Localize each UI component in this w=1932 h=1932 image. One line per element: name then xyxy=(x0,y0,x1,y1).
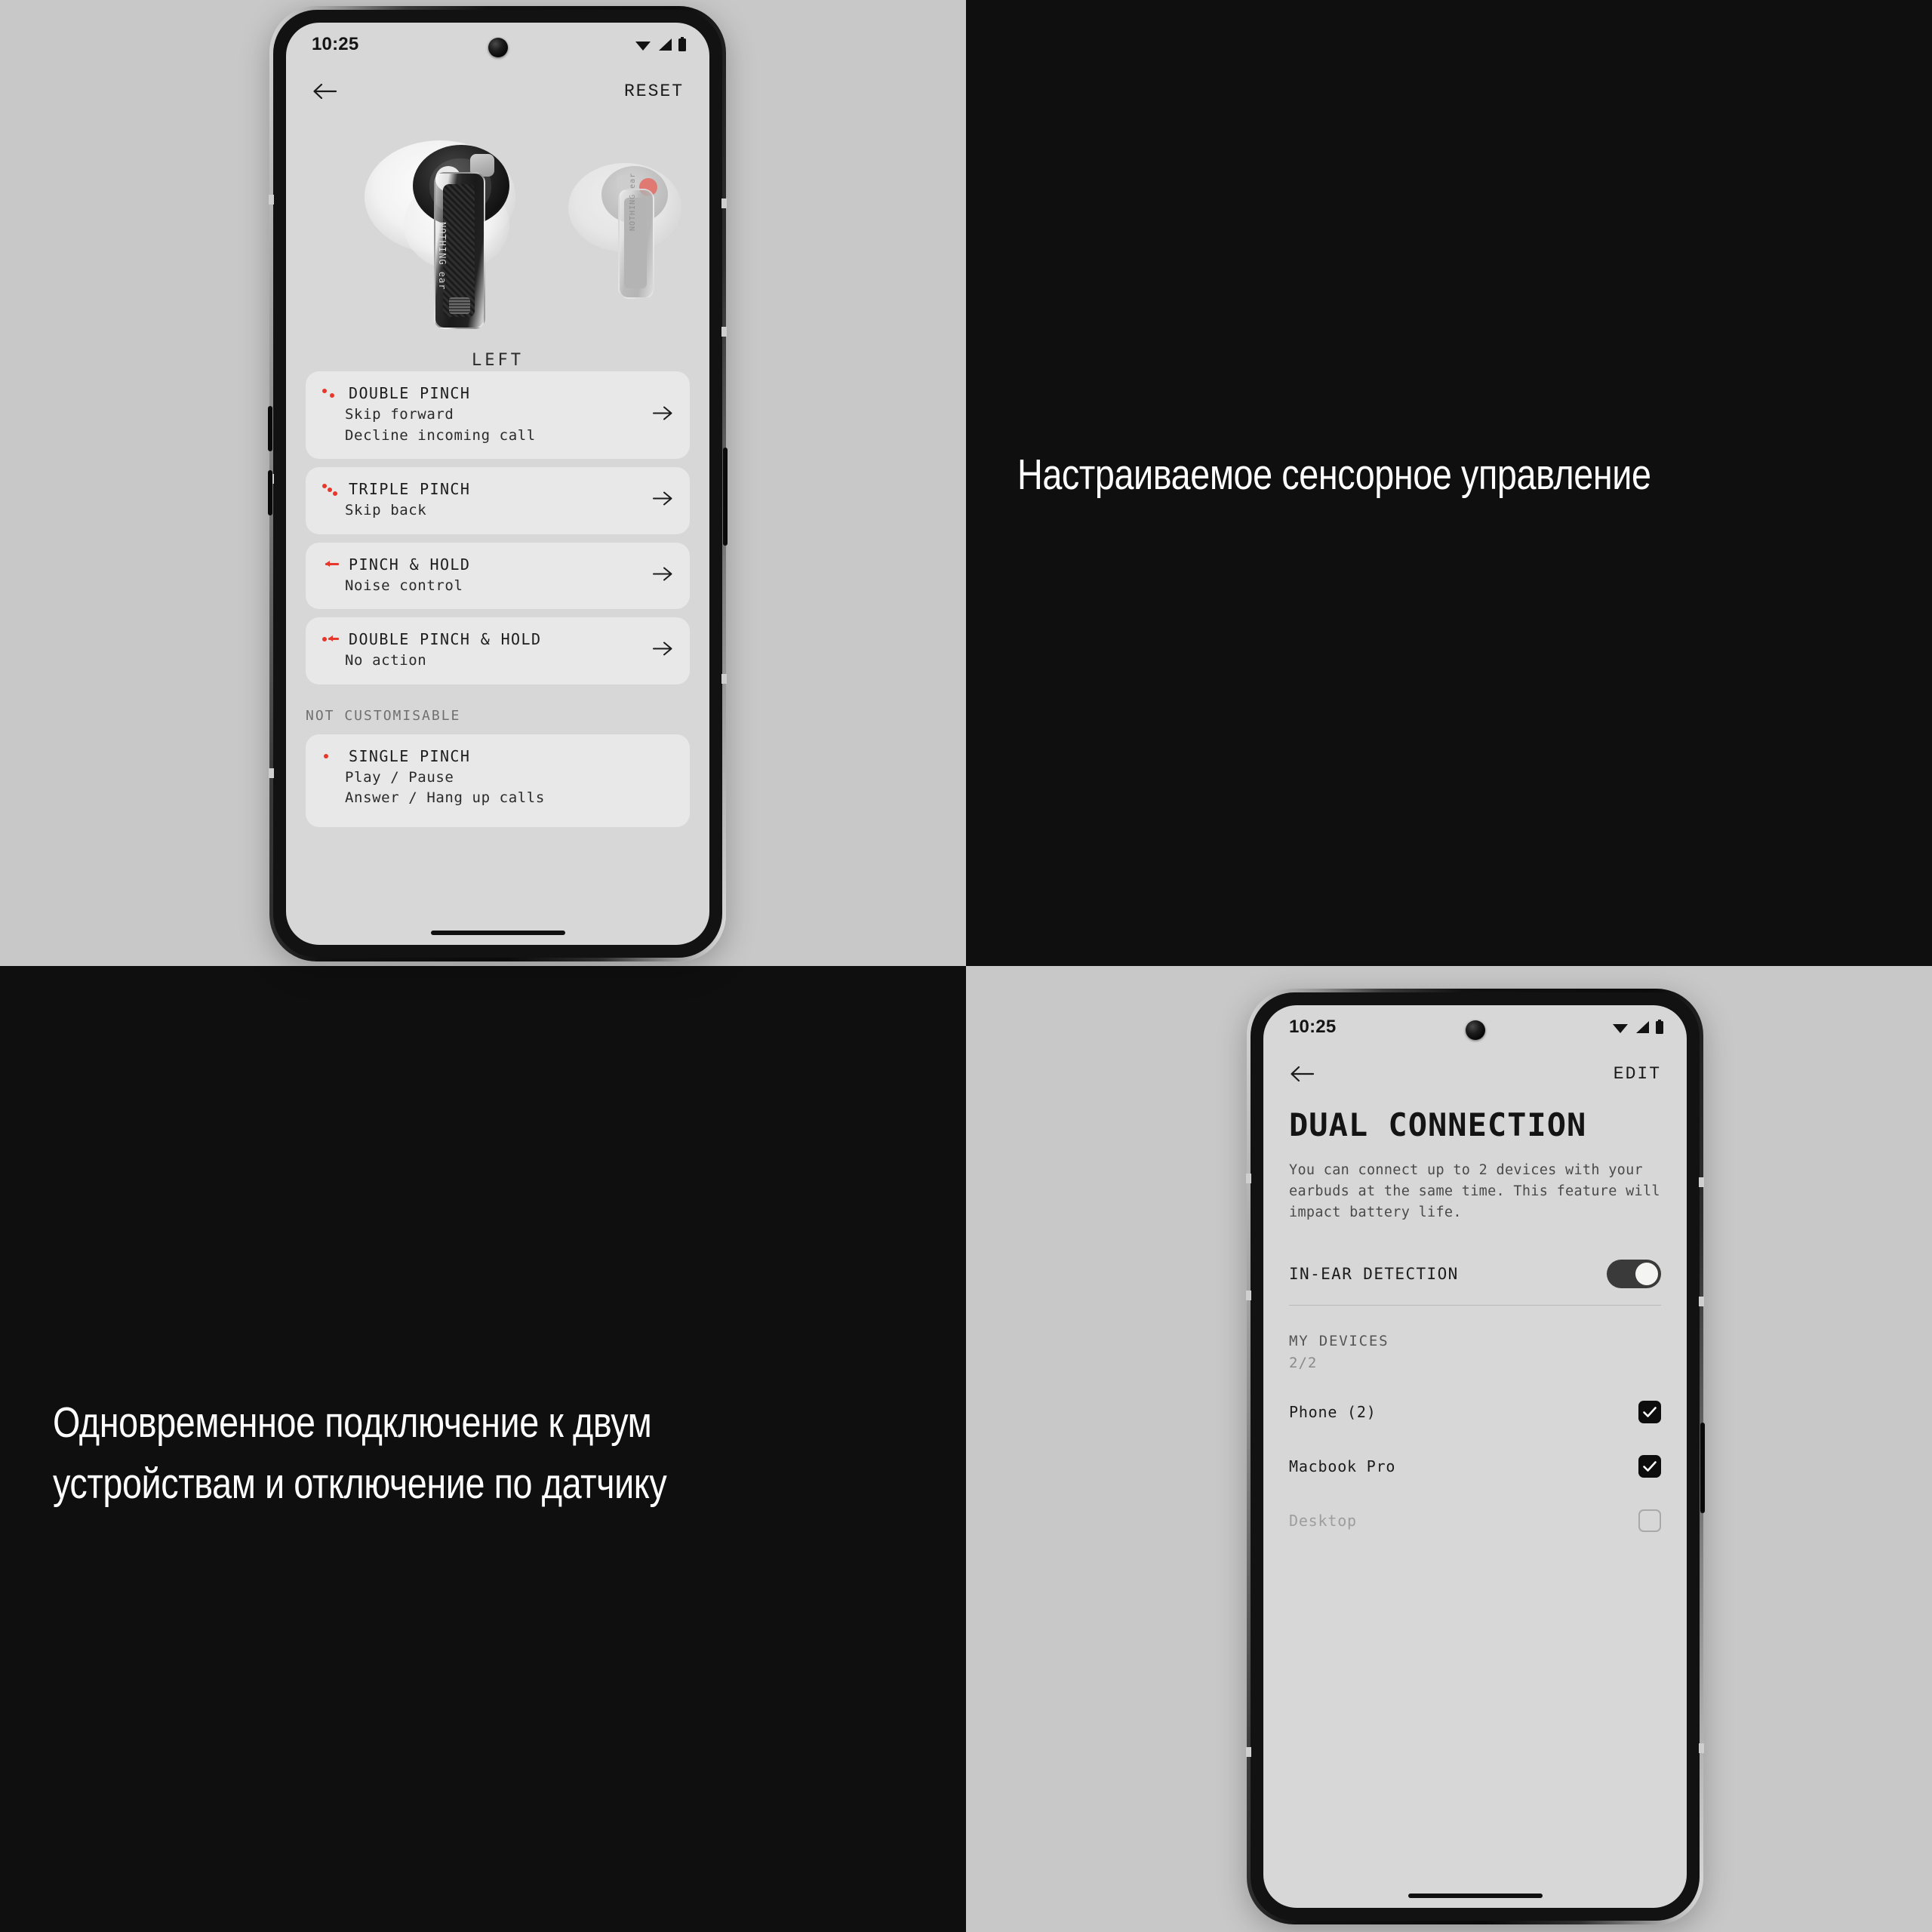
gesture-title: TRIPLE PINCH xyxy=(349,480,471,499)
front-camera-punchhole xyxy=(488,38,508,57)
status-bar: 10:25 xyxy=(1263,1005,1687,1049)
gesture-action-line: Decline incoming call xyxy=(345,426,536,444)
antenna-band xyxy=(269,768,274,778)
volume-down-button[interactable] xyxy=(268,470,272,515)
antenna-band xyxy=(1699,1297,1704,1306)
phone-dual-screen: 10:25 EDIT DUAL CONNECTION You can conne… xyxy=(1263,1005,1687,1908)
antenna-band xyxy=(721,198,727,208)
battery-icon xyxy=(678,37,687,52)
antenna-band xyxy=(1699,1177,1704,1187)
status-clock: 10:25 xyxy=(1289,1017,1337,1037)
double-pinch-icon xyxy=(322,388,339,398)
arrow-right-icon[interactable] xyxy=(652,405,673,426)
volume-up-button[interactable] xyxy=(268,406,272,451)
arrow-right-icon[interactable] xyxy=(652,565,673,586)
caption-touch-controls: Настраиваемое сенсорное управление xyxy=(1017,451,1651,499)
status-clock: 10:25 xyxy=(312,34,359,54)
device-name: Phone (2) xyxy=(1289,1403,1377,1422)
phone-gestures-screen: 10:25 RESET NOTHING ear NOTHING ear LEFT… xyxy=(286,23,709,945)
device-name: Macbook Pro xyxy=(1289,1457,1396,1476)
fixed-gesture-list: SINGLE PINCH Play / Pause Answer / Hang … xyxy=(286,734,709,835)
pinch-hold-icon xyxy=(322,559,339,570)
gesture-action-line: Skip back xyxy=(345,502,427,519)
home-indicator[interactable] xyxy=(1407,1894,1543,1898)
divider xyxy=(1289,1305,1661,1306)
earbud-left[interactable]: NOTHING ear xyxy=(365,137,541,345)
app-bar: RESET xyxy=(286,66,709,116)
antenna-band xyxy=(1246,1174,1251,1183)
home-indicator[interactable] xyxy=(430,931,565,935)
phone-bezel: 10:25 xyxy=(273,10,722,958)
promo-collage: Настраиваемое сенсорное управление Однов… xyxy=(0,0,1932,1932)
gesture-action-line: Answer / Hang up calls xyxy=(345,789,545,807)
gesture-title: DOUBLE PINCH & HOLD xyxy=(349,630,542,649)
in-ear-detection-toggle[interactable] xyxy=(1607,1260,1661,1289)
gesture-card-single-pinch: SINGLE PINCH Play / Pause Answer / Hang … xyxy=(306,734,690,827)
gesture-title: PINCH & HOLD xyxy=(349,555,471,574)
page-description: You can connect up to 2 devices with you… xyxy=(1289,1162,1660,1221)
power-button[interactable] xyxy=(723,448,728,546)
wifi-icon xyxy=(1611,1020,1629,1034)
phone-bezel: 10:25 xyxy=(1251,992,1700,1921)
device-name: Desktop xyxy=(1289,1512,1357,1531)
my-devices-label: MY DEVICES xyxy=(1289,1333,1389,1350)
front-camera-punchhole xyxy=(1465,1020,1485,1040)
single-pinch-icon xyxy=(322,751,339,761)
gesture-action-line: No action xyxy=(345,652,427,669)
antenna-band xyxy=(721,327,727,337)
earbuds-hero: NOTHING ear NOTHING ear LEFT xyxy=(286,122,709,371)
gesture-card-pinch-hold[interactable]: PINCH & HOLD Noise control xyxy=(306,542,690,610)
device-row-phone[interactable]: Phone (2) xyxy=(1289,1385,1661,1439)
device-checkbox-checked[interactable] xyxy=(1638,1401,1661,1424)
antenna-band xyxy=(1699,1743,1704,1753)
antenna-band xyxy=(269,195,274,205)
triple-pinch-icon xyxy=(322,484,339,497)
double-pinch-hold-icon xyxy=(322,634,339,645)
phone-gestures: 10:25 RESET NOTHING ear NOTHING ear LEFT… xyxy=(268,6,728,961)
app-bar: EDIT xyxy=(1263,1049,1687,1099)
antenna-band xyxy=(1246,1291,1251,1300)
device-row-desktop: Desktop xyxy=(1289,1494,1661,1548)
status-bar: 10:25 xyxy=(286,23,709,66)
gesture-action-line: Skip forward xyxy=(345,406,454,423)
device-row-macbook[interactable]: Macbook Pro xyxy=(1289,1439,1661,1494)
signal-icon xyxy=(657,38,672,51)
selected-earbud-label: LEFT xyxy=(472,351,524,370)
earbud-right[interactable]: NOTHING ear xyxy=(568,162,692,312)
gesture-card-triple-pinch[interactable]: TRIPLE PINCH Skip back xyxy=(306,467,690,534)
page-title: DUAL CONNECTION xyxy=(1289,1106,1587,1143)
gesture-action-line: Play / Pause xyxy=(345,768,454,786)
edit-button[interactable]: EDIT xyxy=(1614,1064,1661,1084)
battery-icon xyxy=(1655,1020,1664,1035)
status-icons xyxy=(634,37,687,52)
gesture-title: DOUBLE PINCH xyxy=(349,384,471,402)
gesture-action-line: Noise control xyxy=(345,577,463,594)
device-checkbox-unchecked xyxy=(1638,1509,1661,1533)
gesture-card-double-pinch[interactable]: DOUBLE PINCH Skip forward Decline incomi… xyxy=(306,371,690,460)
antenna-band xyxy=(1246,1747,1251,1757)
status-icons xyxy=(1611,1020,1664,1035)
back-arrow-icon[interactable] xyxy=(312,82,337,101)
in-ear-detection-label: IN-EAR DETECTION xyxy=(1289,1265,1459,1284)
signal-icon xyxy=(1635,1020,1650,1034)
gesture-title: SINGLE PINCH xyxy=(349,746,471,765)
wifi-icon xyxy=(634,38,652,51)
caption-dual-connection: Одновременное подключение к двум устройс… xyxy=(53,1398,667,1508)
arrow-right-icon[interactable] xyxy=(652,641,673,661)
device-checkbox-checked[interactable] xyxy=(1638,1455,1661,1478)
antenna-band xyxy=(721,674,727,684)
phone-dual-connection: 10:25 EDIT DUAL CONNECTION You can conne… xyxy=(1246,989,1705,1924)
in-ear-detection-row[interactable]: IN-EAR DETECTION xyxy=(1289,1244,1661,1303)
dual-connection-body: DUAL CONNECTION You can connect up to 2 … xyxy=(1263,1099,1687,1548)
section-label-not-customisable: NOT CUSTOMISABLE xyxy=(306,707,461,724)
back-arrow-icon[interactable] xyxy=(1289,1064,1315,1084)
gesture-card-list: DOUBLE PINCH Skip forward Decline incomi… xyxy=(286,371,709,693)
power-button[interactable] xyxy=(1700,1423,1705,1513)
gesture-card-double-pinch-hold[interactable]: DOUBLE PINCH & HOLD No action xyxy=(306,617,690,685)
arrow-right-icon[interactable] xyxy=(652,491,673,511)
reset-button[interactable]: RESET xyxy=(624,82,684,101)
my-devices-count: 2/2 xyxy=(1289,1355,1318,1372)
